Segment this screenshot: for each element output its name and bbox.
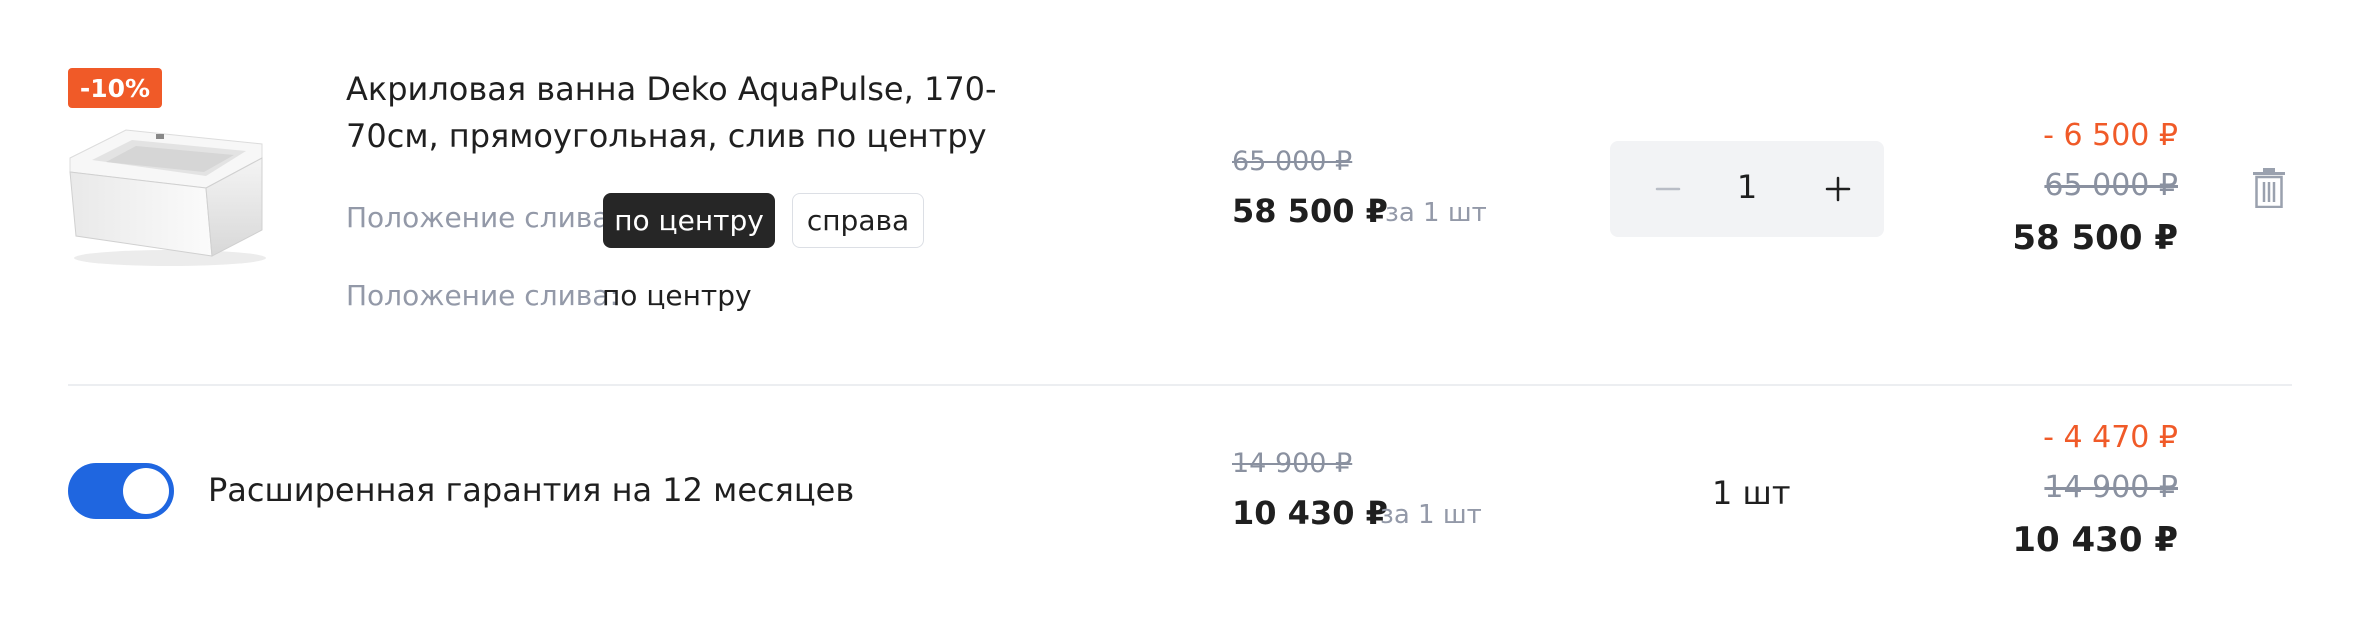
drain-option-center[interactable]: по центру [603, 193, 775, 248]
total-old-price: 65 000 ₽ [2044, 168, 2178, 203]
total-price: 58 500 ₽ [2012, 218, 2178, 258]
unit-price: 58 500 ₽ [1232, 192, 1388, 230]
warranty-total-old-price: 14 900 ₽ [2044, 470, 2178, 505]
drain-option-right[interactable]: справа [792, 193, 924, 248]
warranty-title: Расширенная гарантия на 12 месяцев [208, 471, 855, 509]
drain-position-value: по центру [602, 279, 752, 312]
decrease-quantity-button[interactable] [1640, 161, 1696, 217]
trash-icon [2253, 168, 2285, 209]
per-unit-label: за 1 шт [1385, 198, 1487, 228]
product-title[interactable]: Акриловая ванна Deko AquaPulse, 170-70см… [346, 66, 1086, 160]
warranty-quantity: 1 шт [1712, 474, 1791, 512]
warranty-toggle[interactable] [68, 463, 174, 519]
plus-icon [1825, 176, 1851, 202]
warranty-unit-old-price: 14 900 ₽ [1232, 448, 1353, 479]
warranty-per-unit-label: за 1 шт [1380, 500, 1482, 530]
quantity-value[interactable]: 1 [1700, 168, 1794, 206]
warranty-total-price: 10 430 ₽ [2012, 520, 2178, 560]
warranty-total-discount: - 4 470 ₽ [2043, 420, 2178, 455]
drain-position-label-summary: Положение слива: [346, 279, 619, 312]
product-image-bathtub[interactable] [66, 118, 274, 268]
row-divider [68, 384, 2292, 386]
total-discount: - 6 500 ₽ [2043, 118, 2178, 153]
discount-badge: -10% [68, 68, 162, 108]
unit-old-price: 65 000 ₽ [1232, 146, 1353, 177]
increase-quantity-button[interactable] [1810, 161, 1866, 217]
warranty-unit-price: 10 430 ₽ [1232, 494, 1388, 532]
minus-icon [1655, 187, 1681, 191]
toggle-knob [123, 468, 169, 514]
drain-position-label: Положение слива: [346, 201, 619, 234]
delete-item-button[interactable] [2252, 168, 2286, 209]
